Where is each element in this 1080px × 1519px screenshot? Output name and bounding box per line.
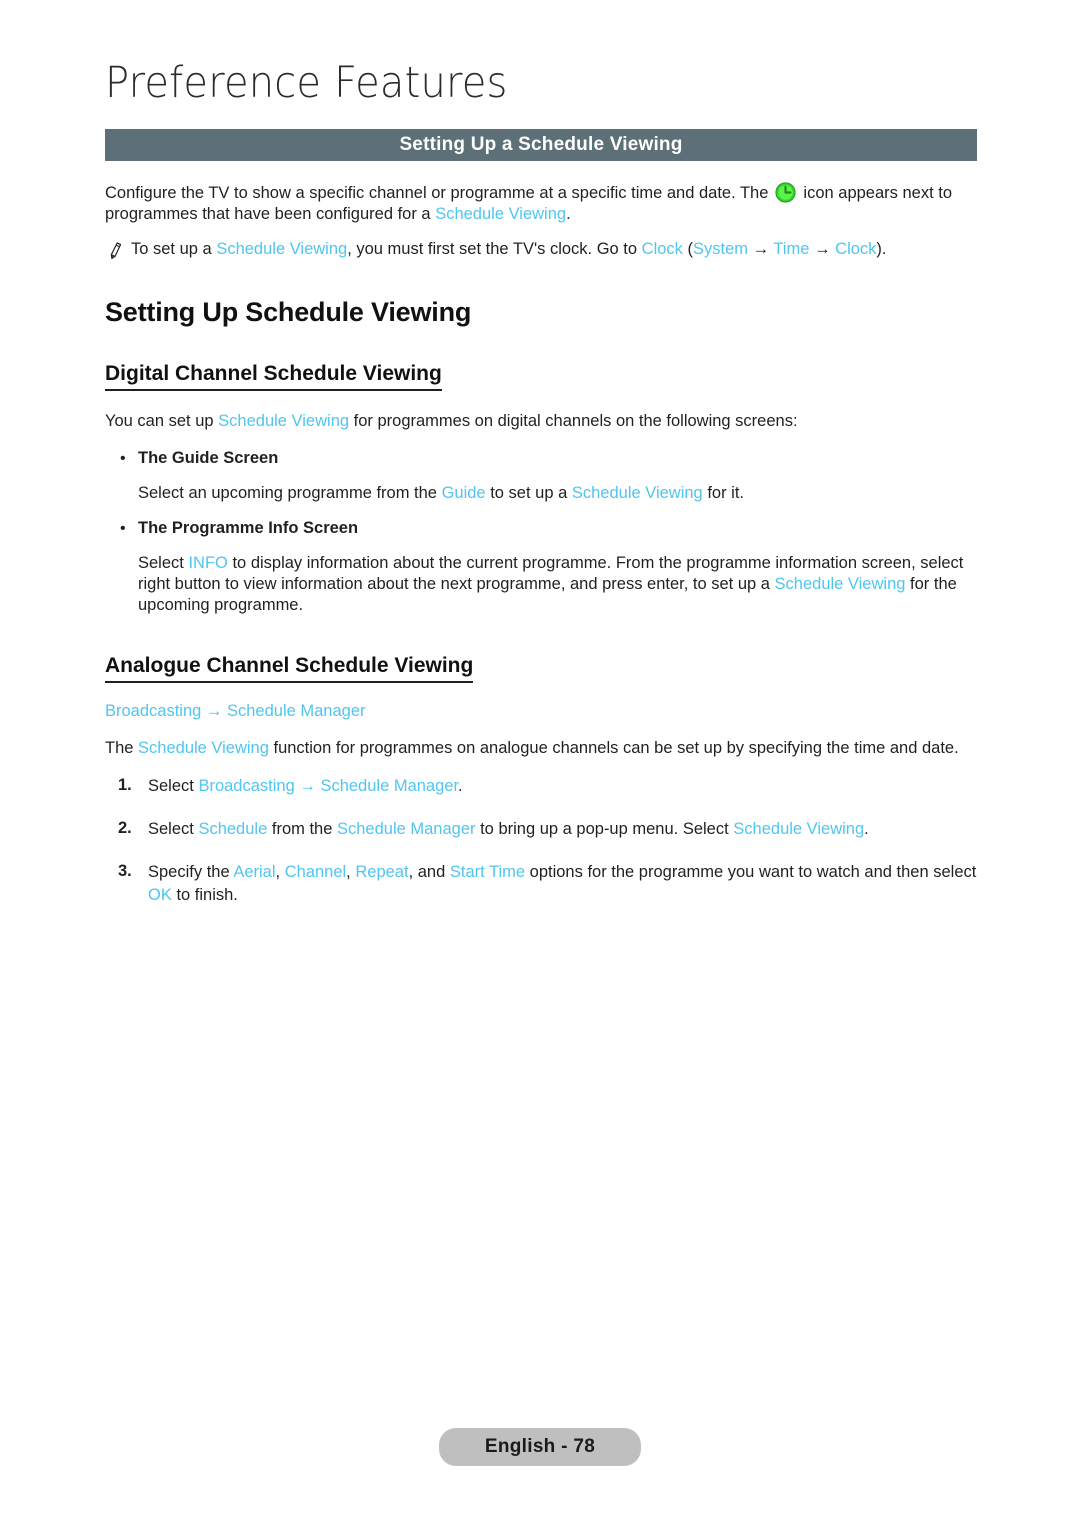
guide-body-t2: to set up a (490, 483, 568, 502)
document-page: Preference Features Setting Up a Schedul… (0, 0, 1080, 1519)
step2-t2: from the (271, 819, 333, 838)
step1-link-broadcasting[interactable]: Broadcasting (198, 777, 294, 795)
note-link-clock[interactable]: Clock (642, 240, 683, 258)
note-t1: To set up a (131, 240, 212, 258)
bullet-label-programme-info-screen: The Programme Info Screen (138, 518, 359, 537)
menu-path-breadcrumb: Broadcasting → Schedule Manager (105, 701, 980, 722)
analogue-desc-t1: The (105, 738, 134, 757)
step1-t3: . (458, 776, 463, 795)
pencil-note-icon (105, 241, 124, 260)
programme-info-body: Select INFO to display information about… (138, 553, 980, 616)
section-header-title: Setting Up a Schedule Viewing (399, 134, 683, 155)
step3-link-start-time[interactable]: Start Time (450, 863, 525, 881)
info-body-link-info[interactable]: INFO (188, 554, 227, 572)
guide-body-t3: for it. (707, 483, 745, 502)
step-text-1: Select Broadcasting → Schedule Manager. (148, 775, 980, 798)
step2-link-schedule-viewing[interactable]: Schedule Viewing (733, 820, 864, 838)
digital-intro-link-schedule-viewing[interactable]: Schedule Viewing (218, 412, 349, 430)
note-row: To set up a Schedule Viewing, you must f… (105, 239, 980, 260)
analogue-description: The Schedule Viewing function for progra… (105, 738, 980, 759)
bullet-label-guide-screen: The Guide Screen (138, 448, 279, 467)
step3-t2: , (275, 862, 281, 881)
digital-section-heading: Digital Channel Schedule Viewing (105, 362, 442, 391)
note-link-time[interactable]: Time (773, 240, 809, 258)
intro-text-part3: . (566, 205, 571, 223)
guide-body-link-schedule-viewing[interactable]: Schedule Viewing (572, 484, 703, 502)
note-t5: → (809, 240, 836, 258)
path-link-schedule-manager[interactable]: Schedule Manager (227, 702, 366, 720)
analogue-section-heading: Analogue Channel Schedule Viewing (105, 654, 474, 683)
step3-t6: to finish. (176, 885, 238, 904)
step1-link-schedule-manager[interactable]: Schedule Manager (320, 777, 458, 795)
path-link-broadcasting[interactable]: Broadcasting (105, 702, 201, 720)
step2-link-schedule[interactable]: Schedule (198, 820, 267, 838)
digital-intro-paragraph: You can set up Schedule Viewing for prog… (105, 411, 980, 432)
bullet-dot-icon: • (120, 449, 126, 467)
step-text-2: Select Schedule from the Schedule Manage… (148, 818, 980, 841)
green-clock-icon (775, 182, 797, 203)
info-body-t1: Select (138, 553, 184, 572)
step2-t4: . (864, 819, 869, 838)
step1-arrow-icon: → (294, 776, 321, 795)
page-footer: English - 78 (0, 1428, 1080, 1466)
note-t4: → (748, 240, 774, 258)
step2-t3: to bring up a pop-up menu. Select (480, 819, 729, 838)
step-text-3: Specify the Aerial, Channel, Repeat, and… (148, 861, 980, 907)
page-number-badge: English - 78 (438, 1428, 642, 1466)
note-t6: ). (876, 240, 887, 258)
step3-t5: options for the programme you want to wa… (529, 862, 977, 881)
guide-body-t1: Select an upcoming programme from the (138, 483, 437, 502)
step2-link-schedule-manager[interactable]: Schedule Manager (337, 820, 476, 838)
step3-link-aerial[interactable]: Aerial (233, 863, 275, 881)
bullet-dot-icon: • (120, 519, 126, 537)
digital-intro-t2: for programmes on digital channels on th… (353, 411, 798, 430)
section-header-bar: Setting Up a Schedule Viewing (105, 129, 977, 161)
list-item: 1. Select Broadcasting → Schedule Manage… (118, 775, 980, 798)
step3-t3: , (346, 862, 351, 881)
step3-t1: Specify the (148, 862, 230, 881)
note-link-clock-2[interactable]: Clock (835, 240, 876, 258)
major-heading: Setting Up Schedule Viewing (105, 297, 472, 327)
digital-intro-t1: You can set up (105, 411, 214, 430)
step-number-2: 2. (118, 818, 132, 837)
page-content: Configure the TV to show a specific chan… (105, 182, 980, 907)
note-link-schedule-viewing[interactable]: Schedule Viewing (216, 240, 347, 258)
note-text: To set up a Schedule Viewing, you must f… (131, 239, 887, 260)
guide-body-link-guide[interactable]: Guide (442, 484, 486, 502)
list-item: • The Guide Screen (120, 448, 980, 469)
intro-paragraph: Configure the TV to show a specific chan… (105, 182, 980, 225)
step3-t4: , and (408, 862, 446, 881)
path-arrow-icon: → (205, 701, 223, 720)
analogue-desc-link-schedule-viewing[interactable]: Schedule Viewing (138, 739, 269, 757)
step3-link-repeat[interactable]: Repeat (355, 863, 408, 881)
list-item: • The Programme Info Screen (120, 518, 980, 539)
step3-link-ok[interactable]: OK (148, 886, 172, 904)
intro-link-schedule-viewing[interactable]: Schedule Viewing (435, 205, 566, 223)
step-number-3: 3. (118, 861, 132, 880)
step2-t1: Select (148, 819, 194, 838)
note-link-system[interactable]: System (693, 240, 748, 258)
note-t2: , you must first set the TV's clock. Go … (347, 240, 638, 258)
guide-screen-body: Select an upcoming programme from the Gu… (138, 483, 980, 504)
info-body-link-schedule-viewing[interactable]: Schedule Viewing (775, 575, 906, 593)
step-number-1: 1. (118, 775, 132, 794)
list-item: 3. Specify the Aerial, Channel, Repeat, … (118, 861, 980, 907)
step1-t1: Select (148, 776, 194, 795)
intro-text-part1: Configure the TV to show a specific chan… (105, 184, 769, 202)
step3-link-channel[interactable]: Channel (285, 863, 346, 881)
chapter-title: Preference Features (105, 58, 508, 108)
list-item: 2. Select Schedule from the Schedule Man… (118, 818, 980, 841)
analogue-desc-t2: function for programmes on analogue chan… (273, 738, 959, 757)
